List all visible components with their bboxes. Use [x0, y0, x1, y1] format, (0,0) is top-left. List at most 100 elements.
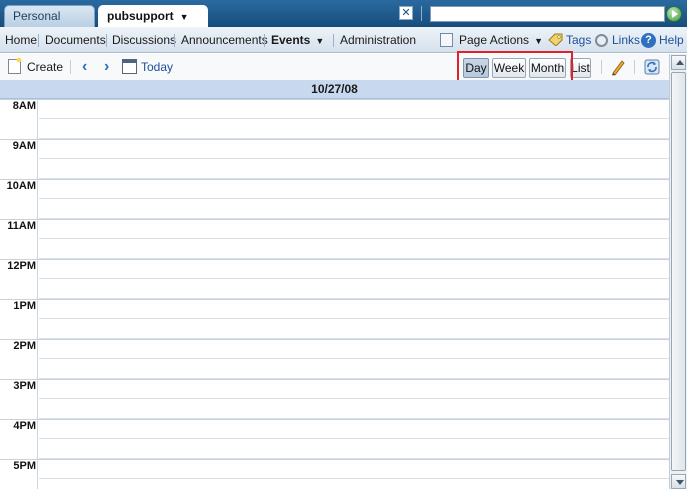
nav-divider	[106, 34, 107, 47]
nav-item-home[interactable]: Home	[5, 27, 37, 53]
hour-row: 2PM	[0, 339, 669, 379]
time-slot[interactable]	[39, 439, 669, 459]
today-button[interactable]: Today	[141, 54, 173, 80]
today-calendar-icon[interactable]	[122, 59, 137, 74]
hour-divider	[0, 179, 669, 180]
time-slot[interactable]	[39, 259, 669, 279]
hour-label: 3PM	[13, 380, 36, 392]
tab-personal-space[interactable]: Personal Space	[4, 5, 95, 44]
time-slot[interactable]	[39, 479, 669, 489]
nav-item-discussions[interactable]: Discussions	[112, 27, 176, 53]
toolbar-divider	[70, 60, 71, 74]
divider	[421, 6, 422, 21]
scroll-down-button[interactable]	[671, 474, 686, 489]
hour-row: 9AM	[0, 139, 669, 179]
nav-divider	[333, 34, 334, 47]
hour-label: 11AM	[7, 220, 36, 232]
nav-divider	[174, 34, 175, 47]
arrow-down-icon	[676, 480, 684, 485]
hour-label: 9AM	[12, 140, 36, 152]
nav-bar: Home Documents Discussions Announcements…	[0, 27, 687, 53]
nav-item-announcements[interactable]: Announcements	[181, 27, 268, 53]
tag-icon	[548, 33, 563, 46]
page-actions-menu[interactable]: Page Actions ▼	[459, 27, 543, 53]
scroll-up-button[interactable]	[671, 55, 686, 70]
hour-label: 4PM	[13, 420, 36, 432]
time-slot[interactable]	[39, 399, 669, 419]
nav-divider	[38, 34, 39, 47]
time-slot[interactable]	[39, 419, 669, 439]
hour-row: 11AM	[0, 219, 669, 259]
nav-item-events-label: Events	[271, 33, 311, 47]
time-slot[interactable]	[39, 239, 669, 259]
help-link[interactable]: Help	[659, 27, 684, 53]
time-slot[interactable]	[39, 139, 669, 159]
hour-divider	[0, 99, 669, 100]
close-icon[interactable]: ✕	[399, 6, 413, 20]
chevron-down-icon[interactable]: ▼	[180, 12, 189, 22]
day-view-grid: 8AM 9AM 10AM 11AM 12PM 1PM 2PM 3PM 4PM 5PM	[0, 99, 669, 489]
next-arrow-icon[interactable]: ›	[104, 59, 116, 75]
hour-row: 5PM	[0, 459, 669, 489]
hour-label: 12PM	[7, 260, 36, 272]
hour-row: 4PM	[0, 419, 669, 459]
scroll-thumb[interactable]	[671, 72, 686, 471]
create-icon[interactable]	[8, 56, 23, 74]
hour-divider	[0, 459, 669, 460]
vertical-scrollbar[interactable]	[669, 54, 687, 490]
hour-divider	[0, 139, 669, 140]
time-slot[interactable]	[39, 359, 669, 379]
time-slot[interactable]	[39, 119, 669, 139]
prev-arrow-icon[interactable]: ‹	[82, 59, 94, 75]
help-icon: ?	[641, 33, 656, 48]
time-slot[interactable]	[39, 179, 669, 199]
hour-label: 8AM	[12, 100, 36, 112]
nav-item-administration[interactable]: Administration	[340, 27, 416, 53]
search-input[interactable]	[430, 6, 665, 22]
calendar-date-header: 10/27/08	[0, 80, 669, 99]
pencil-icon[interactable]	[610, 58, 626, 76]
links-link[interactable]: Links	[612, 27, 640, 53]
view-list-button[interactable]: List	[570, 58, 591, 78]
hour-row: 3PM	[0, 379, 669, 419]
chevron-down-icon: ▼	[534, 36, 543, 46]
time-slot[interactable]	[39, 339, 669, 359]
time-slot[interactable]	[39, 219, 669, 239]
hour-divider	[0, 219, 669, 220]
time-slot[interactable]	[39, 299, 669, 319]
refresh-icon[interactable]	[643, 58, 661, 76]
hour-row: 10AM	[0, 179, 669, 219]
time-slot[interactable]	[39, 459, 669, 479]
toolbar-divider	[634, 60, 635, 74]
hour-divider	[0, 299, 669, 300]
time-slot[interactable]	[39, 159, 669, 179]
calendar-toolbar: Create ‹ › Today Day Week Month List	[0, 54, 687, 80]
hour-row: 8AM	[0, 99, 669, 139]
tags-link[interactable]: Tags	[566, 27, 591, 53]
top-tab-bar: Personal Space pubsupport ▼ ✕	[0, 0, 687, 44]
page-actions-icon	[440, 31, 456, 47]
time-slot[interactable]	[39, 319, 669, 339]
time-slot[interactable]	[39, 99, 669, 119]
hour-divider	[0, 259, 669, 260]
tab-pubsupport[interactable]: pubsupport ▼	[98, 5, 208, 27]
time-slot[interactable]	[39, 199, 669, 219]
page-actions-label: Page Actions	[459, 33, 530, 47]
nav-item-events[interactable]: Events ▼	[271, 27, 324, 53]
nav-item-documents[interactable]: Documents	[45, 27, 106, 53]
hour-label: 1PM	[13, 300, 36, 312]
hour-label: 10AM	[6, 180, 36, 192]
time-slot[interactable]	[39, 279, 669, 299]
time-slot[interactable]	[39, 379, 669, 399]
create-button[interactable]: Create	[27, 54, 63, 80]
hour-divider	[0, 339, 669, 340]
hour-divider	[0, 419, 669, 420]
hour-row: 12PM	[0, 259, 669, 299]
page-bottom	[0, 489, 687, 504]
hour-label: 5PM	[13, 460, 36, 472]
chevron-down-icon: ▼	[315, 36, 325, 46]
search-go-icon[interactable]	[666, 6, 682, 22]
hour-label: 2PM	[13, 340, 36, 352]
links-icon	[595, 34, 608, 47]
hour-divider	[0, 379, 669, 380]
